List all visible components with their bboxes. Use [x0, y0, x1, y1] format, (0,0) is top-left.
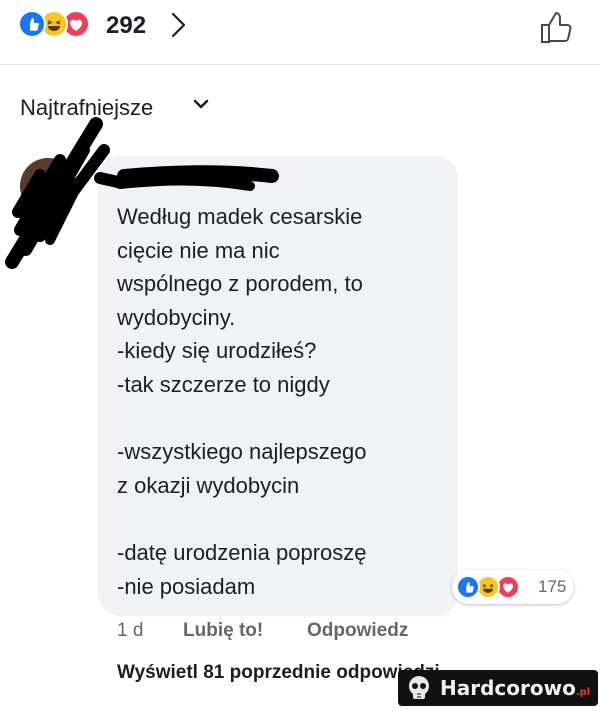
view-previous-replies-link[interactable]: Wyświetl 81 poprzednie odpowiedzi — [117, 662, 440, 684]
watermark-text: Hardcorowo.pl — [440, 676, 591, 700]
chevron-down-icon[interactable] — [192, 98, 210, 117]
comment-author[interactable] — [120, 168, 270, 188]
like-button[interactable] — [537, 8, 577, 53]
like-icon — [456, 575, 480, 599]
reaction-count[interactable]: 292 — [106, 12, 146, 40]
thumbs-up-icon — [541, 12, 572, 43]
comment-reaction-count: 175 — [538, 577, 567, 596]
divider — [0, 64, 600, 65]
like-icon — [18, 10, 46, 38]
avatar[interactable] — [20, 158, 76, 214]
comments-sort-label[interactable]: Najtrafniejsze — [20, 95, 153, 121]
chevron-right-icon[interactable] — [170, 10, 188, 45]
comment-timestamp: 1 d — [117, 620, 144, 641]
watermark: Hardcorowo.pl — [398, 670, 598, 706]
comment-text: Według madek cesarskie cięcie nie ma nic… — [117, 204, 367, 599]
post-reactions-bar: 292 — [0, 0, 600, 58]
comment-reaction-summary[interactable]: 175 — [452, 570, 574, 604]
skull-icon — [409, 676, 429, 699]
comment-like-button[interactable]: Lubię to! — [183, 620, 263, 642]
comment-reply-button[interactable]: Odpowiedz — [307, 620, 408, 642]
